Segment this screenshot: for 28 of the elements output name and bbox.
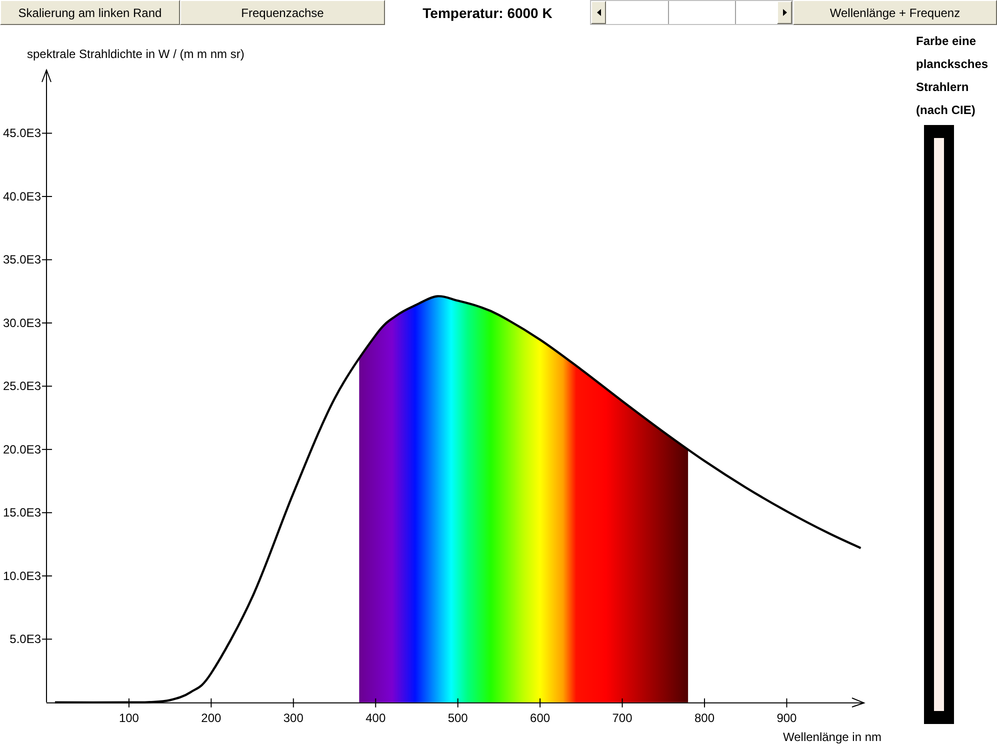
color-caption: plancksches: [916, 56, 988, 73]
x-tick-label: 100: [118, 711, 139, 725]
color-caption: Strahlern: [916, 79, 969, 96]
y-axis-title: spektrale Strahldichte in W / (m m nm sr): [27, 47, 244, 61]
color-caption: (nach CIE): [916, 102, 976, 119]
y-tick-label: 35.0E3: [2, 252, 41, 267]
toolbar-button[interactable]: Frequenzachse: [180, 0, 385, 25]
x-axis-title: Wellenlänge in nm: [783, 730, 882, 744]
x-tick-label: 300: [283, 711, 304, 725]
y-tick-label: 10.0E3: [2, 568, 41, 583]
x-tick-label: 800: [694, 711, 714, 725]
toolbar-button[interactable]: Skalierung am linken Rand: [0, 0, 180, 25]
x-tick-label: 500: [448, 711, 468, 725]
y-tick-label: 40.0E3: [2, 189, 41, 204]
y-tick-label: 30.0E3: [2, 316, 41, 330]
y-tick-label: 15.0E3: [2, 506, 41, 520]
x-tick-label: 600: [530, 711, 550, 725]
y-tick-label: 5.0E3: [10, 632, 41, 646]
x-tick-label: 700: [612, 711, 632, 725]
mode-button[interactable]: Wellenlänge + Frequenz: [793, 0, 997, 25]
x-tick-label: 900: [776, 711, 797, 725]
y-tick-label: 45.0E3: [2, 126, 41, 140]
y-tick-label: 25.0E3: [2, 379, 41, 394]
temperature-label: Temperatur: 6000 K: [422, 4, 554, 23]
x-tick-label: 400: [366, 711, 386, 725]
color-caption: Farbe eine: [916, 33, 976, 50]
y-tick-label: 20.0E3: [2, 442, 41, 456]
x-tick-label: 200: [201, 711, 222, 725]
